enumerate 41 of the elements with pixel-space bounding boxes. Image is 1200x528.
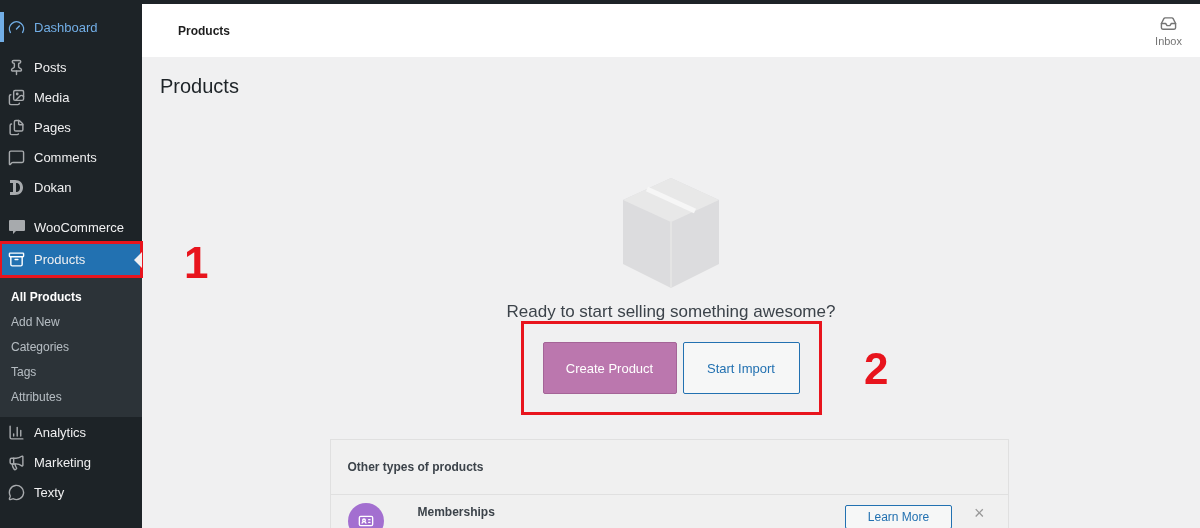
megaphone-icon: [8, 453, 25, 471]
inbox-button[interactable]: Inbox: [1149, 13, 1188, 48]
page-title: Products: [160, 75, 240, 98]
submenu-item[interactable]: Attributes: [0, 384, 142, 409]
sidebar-item[interactable]: Posts: [0, 52, 142, 82]
sidebar-item[interactable]: Analytics: [0, 417, 142, 447]
sidebar-item[interactable]: Comments: [0, 142, 142, 172]
callout-number: 1: [184, 241, 209, 285]
sidebar-item[interactable]: Media: [0, 82, 142, 112]
callout-number: 2: [864, 347, 889, 391]
header-title: Products: [178, 23, 230, 38]
archive-icon: [8, 251, 25, 268]
sidebar-item[interactable]: Marketing: [0, 447, 142, 477]
d-logo-icon: [8, 178, 24, 196]
speech-bubble-icon: [8, 219, 26, 235]
comment-icon: [8, 148, 25, 166]
bar-chart-icon: [8, 423, 25, 441]
media-icon: [8, 88, 25, 106]
sidebar-item[interactable]: Pages: [0, 112, 142, 142]
card-title: Other types of products: [330, 440, 1008, 495]
current-page-pointer: [134, 251, 142, 268]
submenu-item[interactable]: Add New: [0, 309, 142, 334]
pin-icon: [8, 58, 25, 76]
empty-message: Ready to start selling something awesome?: [506, 302, 836, 322]
membership-icon: [347, 503, 384, 528]
submenu-item[interactable]: All Products: [0, 284, 142, 309]
submenu-item[interactable]: Categories: [0, 334, 142, 359]
import-button[interactable]: Start Import: [682, 342, 800, 394]
inbox-icon: [1160, 14, 1178, 32]
sidebar-item[interactable]: Dokan: [0, 172, 142, 202]
pages-icon: [8, 118, 25, 136]
learn-more-button[interactable]: Learn More: [845, 505, 952, 528]
sidebar-item[interactable]: Texty: [0, 477, 142, 507]
dashboard-icon: [8, 18, 25, 36]
sidebar-item[interactable]: WooCommerce: [0, 212, 142, 242]
product-type-name: Memberships: [417, 504, 496, 519]
sidebar-item[interactable]: Products: [0, 242, 142, 277]
box-icon: [623, 178, 719, 288]
chat-icon: [8, 483, 25, 501]
submenu-item[interactable]: Tags: [0, 359, 142, 384]
sidebar-item[interactable]: Dashboard: [0, 12, 142, 42]
